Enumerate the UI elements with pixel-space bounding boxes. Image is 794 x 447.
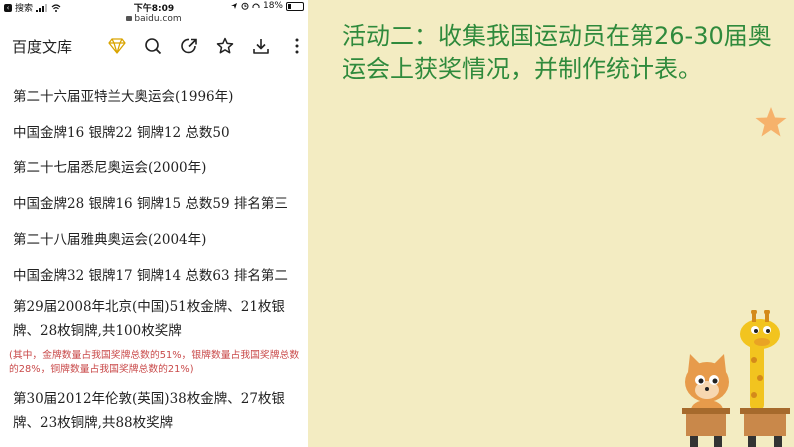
- url-domain: baidu.com: [134, 14, 182, 24]
- doc-line: 中国金牌28 银牌16 铜牌15 总数59 排名第三: [13, 196, 288, 212]
- phone-screenshot: ‹ 搜索 下午8:09 18% baidu.com 百度文库 第二十六届亚特兰大…: [0, 0, 308, 447]
- star-icon[interactable]: [214, 35, 236, 57]
- share-icon[interactable]: [178, 35, 200, 57]
- more-icon[interactable]: [286, 35, 308, 57]
- doc-line: 第二十七届悉尼奥运会(2000年): [13, 160, 207, 176]
- cartoon-students-illustration: [682, 310, 790, 447]
- doc-line: 第29届2008年北京(中国)51枚金牌、21枚银牌、28枚铜牌,共100枚奖牌: [13, 299, 285, 339]
- battery-icon: [286, 1, 304, 11]
- download-icon[interactable]: [250, 35, 272, 57]
- doc-line: 第30届2012年伦敦(英国)38枚金牌、27枚银牌、23枚铜牌,共88枚奖牌: [13, 391, 285, 431]
- location-icon: [230, 3, 237, 9]
- status-bar: ‹ 搜索 下午8:09 18%: [0, 0, 308, 14]
- alarm-icon: [241, 2, 249, 10]
- battery-percent: 18%: [262, 1, 283, 11]
- doc-line: 第二十六届亚特兰大奥运会(1996年): [13, 89, 234, 105]
- decorative-star-icon: [755, 107, 787, 137]
- app-brand[interactable]: 百度文库: [12, 36, 90, 57]
- doc-line: 第二十八届雅典奥运会(2004年): [13, 232, 207, 248]
- doc-line: 中国金牌16 银牌22 铜牌12 总数50: [13, 125, 230, 141]
- diamond-icon[interactable]: [106, 35, 128, 57]
- search-icon[interactable]: [142, 35, 164, 57]
- headphones-icon: [252, 3, 260, 8]
- doc-line: 中国金牌32 银牌17 铜牌14 总数63 排名第二: [13, 268, 288, 284]
- app-toolbar: 百度文库: [0, 26, 308, 66]
- address-bar[interactable]: baidu.com: [0, 14, 308, 25]
- slide-heading: 活动二：收集我国运动员在第26-30届奥运会上获奖情况，并制作统计表。: [342, 22, 772, 83]
- doc-note: (其中，金牌数量占我国奖牌总数的51%，银牌数量占我国奖牌总数的28%，铜牌数量…: [9, 350, 300, 375]
- lock-icon: [126, 16, 133, 21]
